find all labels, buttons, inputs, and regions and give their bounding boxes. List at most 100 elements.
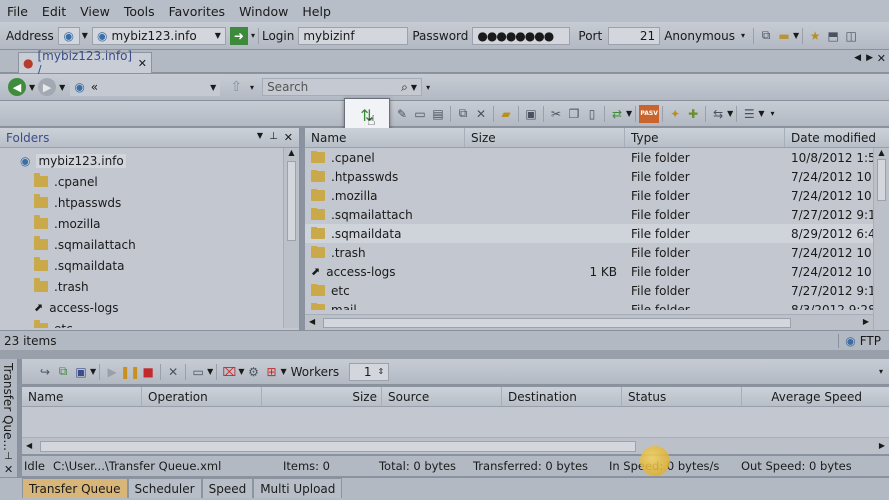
column-header-size[interactable]: Size <box>465 128 625 147</box>
queue-column-destination[interactable]: Destination <box>502 387 622 406</box>
paste-icon[interactable]: ▯ <box>583 105 601 123</box>
queue-column-size[interactable]: Size <box>262 387 382 406</box>
cut-icon[interactable]: ✂ <box>547 105 565 123</box>
new-folder-icon[interactable]: ▰ <box>497 105 515 123</box>
tree-item[interactable]: ⬈ access-logs <box>0 297 299 318</box>
queue-column-status[interactable]: Status <box>622 387 742 406</box>
menu-tools[interactable]: Tools <box>117 4 162 19</box>
menu-favorites[interactable]: Favorites <box>162 4 232 19</box>
scroll-thumb[interactable] <box>40 441 636 452</box>
site-tab[interactable]: ● [mybiz123.info] / ✕ <box>18 49 152 77</box>
go-button[interactable]: ➜ <box>229 26 248 45</box>
bookmark-icon[interactable]: ✦ <box>666 105 684 123</box>
tree-item[interactable]: .htpasswds <box>0 192 299 213</box>
menu-file[interactable]: File <box>0 4 35 19</box>
transfer-mode-icon[interactable]: ⇄ <box>608 105 626 123</box>
settings-icon[interactable]: ⚙ <box>244 363 262 381</box>
clear-queue-icon[interactable]: ⌧ <box>220 363 238 381</box>
file-row[interactable]: mail File folder 8/3/2012 9:28 <box>305 300 889 310</box>
connect-icon[interactable]: ⧉ <box>757 27 775 45</box>
menu-edit[interactable]: Edit <box>35 4 73 19</box>
save-icon[interactable]: ▣ <box>72 363 90 381</box>
column-header-date[interactable]: Date modified <box>785 128 889 147</box>
tree-item[interactable]: .sqmailattach <box>0 234 299 255</box>
edit-icon[interactable]: ✎ <box>393 105 411 123</box>
folder-open-icon[interactable]: ▭ <box>189 363 207 381</box>
chevron-down-icon[interactable]: ▼ <box>210 83 216 92</box>
remove-icon[interactable]: ✕ <box>164 363 182 381</box>
close-icon[interactable]: ✕ <box>138 57 147 70</box>
file-row[interactable]: etc File folder 7/27/2012 9:11 <box>305 281 889 300</box>
pin-icon[interactable]: ⊥ <box>269 131 278 144</box>
file-row[interactable]: .mozilla File folder 7/24/2012 10:1 <box>305 186 889 205</box>
details-view-icon[interactable]: ☰ <box>740 105 758 123</box>
file-row[interactable]: .sqmaildata File folder 8/29/2012 6:41 <box>305 224 889 243</box>
chevron-down-icon[interactable]: ▼ <box>29 83 35 92</box>
tab-multi-upload[interactable]: Multi Upload <box>253 478 343 498</box>
forward-icon[interactable]: ▶ <box>38 78 57 96</box>
spinner-icon[interactable]: ⇕ <box>377 367 384 376</box>
tab-transfer-queue[interactable]: Transfer Queue <box>22 478 128 498</box>
chevron-down-icon[interactable]: ▼ <box>411 83 417 92</box>
transfer-queue-side-tab[interactable]: Transfer Que... ⊥ ✕ <box>0 359 18 478</box>
file-row[interactable]: .cpanel File folder 10/8/2012 1:53 <box>305 148 889 167</box>
port-input[interactable]: 21 <box>608 26 661 45</box>
tree-item[interactable]: .trash <box>0 276 299 297</box>
scroll-left-icon[interactable]: ◀ <box>26 441 32 450</box>
login-input[interactable]: mybizinf <box>298 26 409 45</box>
menu-window[interactable]: Window <box>232 4 295 19</box>
pin-icon[interactable]: ⊥ <box>4 451 13 462</box>
overflow-icon[interactable]: ▾ <box>741 31 745 40</box>
tree-item[interactable]: .sqmaildata <box>0 255 299 276</box>
chevron-down-icon[interactable]: ▼ <box>758 109 764 118</box>
split-horizontal-icon[interactable]: ⬒ <box>824 27 842 45</box>
splitter[interactable] <box>0 350 889 359</box>
properties-icon[interactable]: ▤ <box>429 105 447 123</box>
chevron-down-icon[interactable]: ▼ <box>90 367 96 376</box>
tab-scroll-right-icon[interactable]: ▶ <box>866 53 873 63</box>
column-header-name[interactable]: Name <box>305 128 465 147</box>
delete-icon[interactable]: ✕ <box>472 105 490 123</box>
menu-view[interactable]: View <box>73 4 117 19</box>
queue-column-name[interactable]: Name <box>22 387 142 406</box>
close-icon[interactable]: ✕ <box>284 131 293 144</box>
overflow-icon[interactable]: ▾ <box>250 83 254 92</box>
scroll-up-icon[interactable]: ▲ <box>874 148 889 157</box>
tree-item[interactable]: etc <box>0 318 299 328</box>
anonymous-label[interactable]: Anonymous <box>664 29 735 43</box>
tab-scroll-left-icon[interactable]: ◀ <box>854 53 861 63</box>
highlighted-toolbar-button[interactable]: ⇅ ☝ <box>344 98 390 132</box>
workers-stepper[interactable]: 1 ⇕ <box>349 362 390 381</box>
queue-column-average-speed[interactable]: Average Speed <box>742 387 872 406</box>
search-input[interactable]: Search ⌕ ▼ <box>262 78 423 96</box>
column-header-type[interactable]: Type <box>625 128 785 147</box>
file-row[interactable]: .sqmailattach File folder 7/27/2012 9:11 <box>305 205 889 224</box>
file-row[interactable]: .htpasswds File folder 7/24/2012 10:1 <box>305 167 889 186</box>
folder-open-icon[interactable]: ▬ <box>775 27 793 45</box>
copy-icon[interactable]: ❐ <box>565 105 583 123</box>
file-row[interactable]: ⬈ access-logs 1 KB File folder 7/24/2012 10:… <box>305 262 889 281</box>
chevron-down-icon[interactable]: ▼ <box>59 83 65 92</box>
queue-column-operation[interactable]: Operation <box>142 387 262 406</box>
file-list-vscrollbar[interactable]: ▲ <box>873 148 889 330</box>
scroll-thumb[interactable] <box>323 318 791 328</box>
workers-icon[interactable]: ⊞ <box>262 363 280 381</box>
tab-scheduler[interactable]: Scheduler <box>127 478 202 498</box>
tree-item[interactable]: .cpanel <box>0 171 299 192</box>
scroll-right-icon[interactable]: ▶ <box>863 317 869 326</box>
split-vertical-icon[interactable]: ◫ <box>842 27 860 45</box>
path-input[interactable]: ◉ « ▼ <box>70 78 221 96</box>
sync-icon[interactable]: ⇆ <box>709 105 727 123</box>
scroll-thumb[interactable] <box>877 159 886 201</box>
overflow-icon[interactable]: ▾ <box>879 367 883 376</box>
queue-column-source[interactable]: Source <box>382 387 502 406</box>
menu-help[interactable]: Help <box>295 4 338 19</box>
chevron-down-icon[interactable]: ▼ <box>626 109 632 118</box>
chevron-down-icon[interactable]: ▼ <box>280 367 286 376</box>
chevron-down-icon[interactable]: ▼ <box>793 31 799 40</box>
process-queue-icon[interactable]: ↪ <box>36 363 54 381</box>
pasv-icon[interactable]: PASV <box>639 104 660 123</box>
add-bookmark-icon[interactable]: ✚ <box>684 105 702 123</box>
stop-icon[interactable]: ■ <box>139 363 157 381</box>
overflow-icon[interactable]: ▾ <box>426 83 430 92</box>
